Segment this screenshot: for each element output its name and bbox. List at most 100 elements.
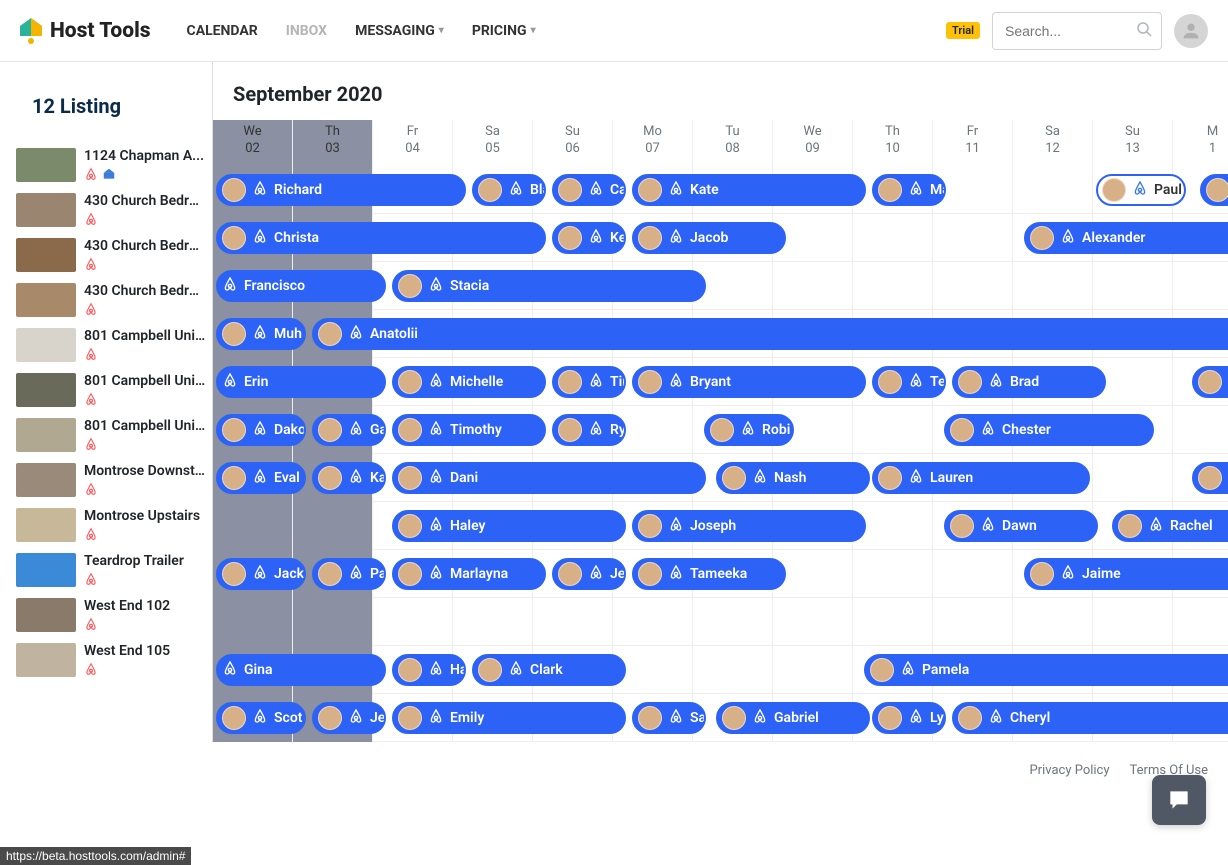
listing-row[interactable]: West End 102 (0, 594, 212, 639)
booking-pill[interactable]: Lyd (872, 702, 946, 734)
day-column[interactable]: Th03 (293, 120, 373, 166)
booking-pill[interactable]: Marlayna (392, 558, 546, 590)
booking-pill[interactable]: Nash (716, 462, 870, 494)
booking-pill[interactable]: Gabriel (716, 702, 870, 734)
day-column[interactable]: Sa12 (1013, 120, 1093, 166)
logo[interactable]: Host Tools (20, 18, 151, 44)
listing-row[interactable]: 801 Campbell Uni... (0, 414, 212, 459)
booking-pill[interactable]: Gab (312, 414, 386, 446)
day-column[interactable]: We09 (773, 120, 853, 166)
booking-pill[interactable]: Christa (216, 222, 546, 254)
nav-pricing[interactable]: PRICING▾ (472, 23, 536, 39)
booking-pill[interactable]: Muh (216, 318, 306, 350)
day-column[interactable]: We02 (213, 120, 293, 166)
booking-pill[interactable]: Bryant (632, 366, 866, 398)
nav-messaging[interactable]: MESSAGING▾ (355, 23, 444, 39)
listing-row[interactable]: Teardrop Trailer (0, 549, 212, 594)
listing-row[interactable]: 1124 Chapman A... (0, 144, 212, 189)
calendar-cell[interactable] (853, 406, 933, 454)
calendar-cell[interactable] (1173, 262, 1228, 310)
calendar-cell[interactable] (213, 598, 293, 646)
calendar-cell[interactable] (933, 214, 1013, 262)
day-column[interactable]: Su06 (533, 120, 613, 166)
booking-pill[interactable]: Dawn (944, 510, 1098, 542)
calendar-cell[interactable] (773, 598, 853, 646)
booking-pill[interactable]: Ter (872, 366, 946, 398)
calendar-cell[interactable] (293, 598, 373, 646)
calendar-cell[interactable] (773, 646, 853, 694)
footer-privacy[interactable]: Privacy Policy (1029, 763, 1109, 778)
booking-pill[interactable]: Pat (312, 558, 386, 590)
booking-pill[interactable]: Stacia (392, 270, 706, 302)
day-column[interactable]: Th10 (853, 120, 933, 166)
booking-pill[interactable]: Joseph (632, 510, 866, 542)
day-column[interactable]: Fr04 (373, 120, 453, 166)
listing-row[interactable]: Montrose Downst... (0, 459, 212, 504)
calendar-cell[interactable] (1093, 454, 1173, 502)
calendar-cell[interactable] (853, 550, 933, 598)
booking-pill[interactable]: Emily (392, 702, 626, 734)
day-column[interactable]: Sa05 (453, 120, 533, 166)
booking-pill[interactable]: Eval (216, 462, 306, 494)
booking-pill[interactable]: Ker (552, 222, 626, 254)
booking-pill[interactable]: Pamela (864, 654, 1228, 686)
booking-pill[interactable]: Kat (312, 462, 386, 494)
calendar-cell[interactable] (293, 502, 373, 550)
calendar-cell[interactable] (533, 598, 613, 646)
booking-pill[interactable]: Haley (392, 510, 626, 542)
booking-pill[interactable] (1192, 366, 1228, 398)
booking-pill[interactable]: Alexander (1024, 222, 1228, 254)
booking-pill[interactable]: Lauren (872, 462, 1090, 494)
day-column[interactable]: Su13 (1093, 120, 1173, 166)
booking-pill[interactable]: Clark (472, 654, 626, 686)
listing-row[interactable]: Montrose Upstairs (0, 504, 212, 549)
calendar-cell[interactable] (693, 646, 773, 694)
booking-pill[interactable] (1200, 174, 1228, 206)
booking-pill[interactable]: Erin (216, 366, 386, 398)
booking-pill[interactable]: Jer (312, 702, 386, 734)
booking-pill[interactable]: Rya (552, 414, 626, 446)
booking-pill[interactable]: Kate (632, 174, 866, 206)
calendar-cell[interactable] (853, 214, 933, 262)
day-column[interactable]: Tu08 (693, 120, 773, 166)
day-column[interactable]: Mo07 (613, 120, 693, 166)
booking-pill[interactable]: Rachel (1112, 510, 1228, 542)
calendar-cell[interactable] (1173, 406, 1228, 454)
calendar-cell[interactable] (853, 598, 933, 646)
booking-pill[interactable]: Sar (632, 702, 706, 734)
calendar-cell[interactable] (933, 550, 1013, 598)
booking-pill[interactable]: Scot (216, 702, 306, 734)
listing-row[interactable]: 430 Church Bedro... (0, 279, 212, 324)
booking-pill[interactable] (1192, 462, 1228, 494)
booking-pill[interactable]: Anatolii (312, 318, 1228, 350)
booking-pill[interactable]: Michelle (392, 366, 546, 398)
calendar-cell[interactable] (453, 598, 533, 646)
booking-pill[interactable]: Jef (552, 558, 626, 590)
booking-pill[interactable]: Robi (704, 414, 794, 446)
calendar-cell[interactable] (213, 502, 293, 550)
day-column[interactable]: M1 (1173, 120, 1228, 166)
booking-pill[interactable]: Car (552, 174, 626, 206)
calendar-cell[interactable] (933, 598, 1013, 646)
booking-pill[interactable]: Tameeka (632, 558, 786, 590)
calendar-cell[interactable] (1173, 598, 1228, 646)
booking-pill[interactable]: Richard (216, 174, 466, 206)
booking-pill[interactable]: Timothy (392, 414, 546, 446)
booking-pill[interactable]: Dani (392, 462, 706, 494)
booking-pill[interactable]: Ma (872, 174, 946, 206)
listing-row[interactable]: 801 Campbell Uni... (0, 324, 212, 369)
listing-row[interactable]: West End 105 (0, 639, 212, 684)
booking-pill[interactable]: Gina (216, 654, 386, 686)
calendar-cell[interactable] (933, 262, 1013, 310)
calendar-cell[interactable] (693, 598, 773, 646)
nav-calendar[interactable]: CALENDAR (187, 23, 258, 39)
calendar-cell[interactable] (1093, 598, 1173, 646)
user-avatar[interactable] (1174, 14, 1208, 48)
booking-pill[interactable]: Brad (952, 366, 1106, 398)
booking-pill[interactable]: Paul (1096, 174, 1186, 206)
booking-pill[interactable]: Hal (392, 654, 466, 686)
calendar-cell[interactable] (373, 598, 453, 646)
booking-pill[interactable]: Chester (944, 414, 1154, 446)
listing-row[interactable]: 801 Campbell Uni... (0, 369, 212, 414)
booking-pill[interactable]: Jaime (1024, 558, 1228, 590)
